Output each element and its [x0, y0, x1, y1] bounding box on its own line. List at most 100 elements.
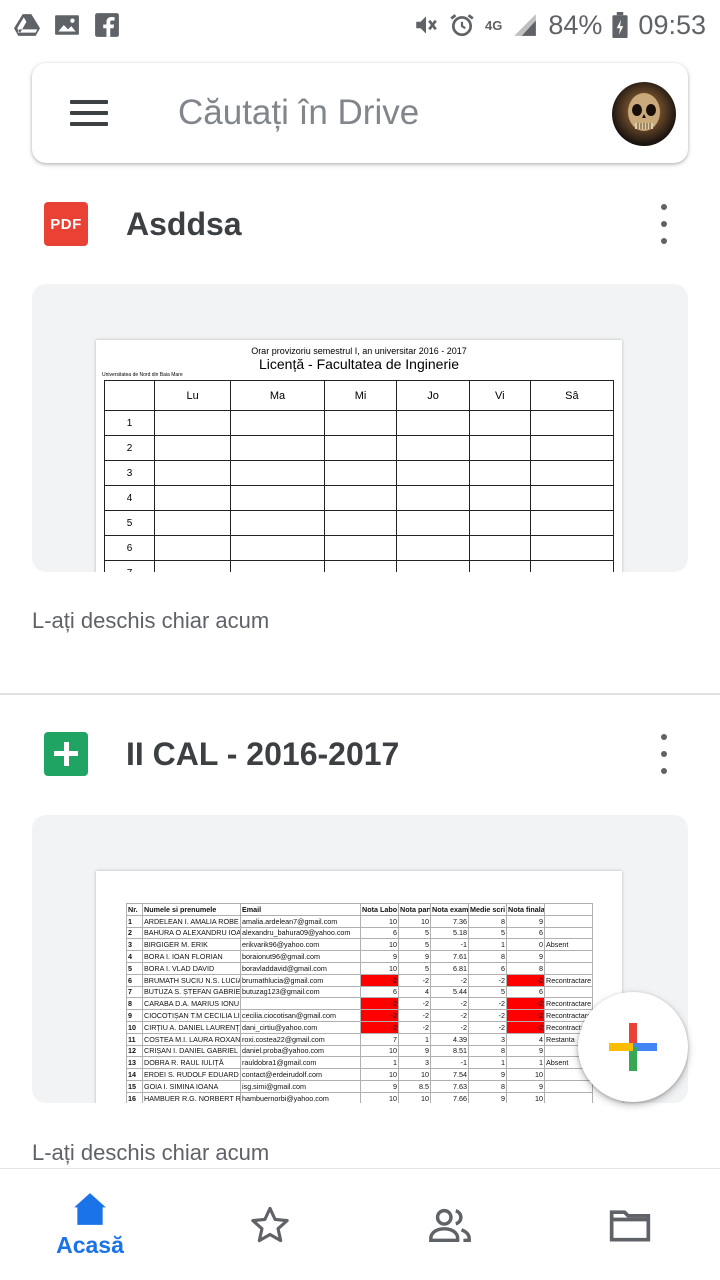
table-cell: -2 — [398, 973, 431, 987]
table-cell: 7.66 — [430, 1091, 469, 1103]
schedule-row-number: 3 — [104, 460, 155, 486]
table-cell: rauldobra1@gmail.com — [240, 1056, 361, 1070]
grades-column-header: Nota exam — [430, 903, 469, 916]
nav-files[interactable] — [540, 1169, 720, 1280]
table-cell — [544, 926, 593, 940]
table-cell: Recontractare — [544, 997, 593, 1011]
table-cell — [544, 950, 593, 963]
table-cell: 9 — [398, 1044, 431, 1058]
table-cell: 1 — [468, 938, 507, 952]
table-cell: -2 — [360, 1020, 399, 1034]
table-cell: alexandru_bahura09@yahoo.com — [240, 926, 361, 940]
nav-shared[interactable] — [360, 1169, 540, 1280]
table-cell: CIOCOTIȘAN T.M CECILIA LI — [142, 1009, 241, 1022]
table-cell: Recontractare — [544, 973, 593, 987]
grades-column-header: Numele si prenumele — [142, 903, 241, 916]
table-cell: isg.simi@gmail.com — [240, 1079, 361, 1093]
table-row: 3 BIRGIGER M. ERIK erikvarik96@yahoo.com 10… — [126, 938, 593, 952]
table-row: 12 CRIȘAN I. DANIEL GABRIEL daniel.proba@y… — [126, 1044, 593, 1058]
nav-home-label: Acasă — [56, 1232, 124, 1258]
table-cell: 10 — [126, 1020, 143, 1034]
table-row: 13 DOBRA R. RAUL IULIȚĂ rauldobra1@gmail.c… — [126, 1056, 593, 1070]
sheet-preview-page: Nr. Numele si prenumele Email Nota Labo Nota… — [96, 871, 622, 1103]
table-cell: 9 — [506, 1044, 545, 1058]
table-row: 10 CIRȚIU A. DANIEL LAURENȚ dani_cirtiu@ya… — [126, 1020, 593, 1034]
table-cell: 7.54 — [430, 1068, 469, 1081]
table-cell: 9 — [126, 1009, 143, 1022]
table-cell: -2 — [360, 973, 399, 987]
table-cell: -2 — [468, 997, 507, 1011]
table-cell: -2 — [468, 1009, 507, 1022]
schedule-corner — [104, 380, 155, 411]
table-cell: 10 — [398, 914, 431, 928]
table-cell: BAHURA O ALEXANDRU IOA — [142, 926, 241, 940]
table-cell: 8 — [468, 950, 507, 963]
table-cell: DOBRA R. RAUL IULIȚĂ — [142, 1056, 241, 1070]
image-icon — [55, 15, 79, 35]
table-cell: 0 — [506, 938, 545, 952]
file-title[interactable]: II CAL - 2016-2017 — [126, 736, 399, 773]
menu-icon[interactable] — [70, 100, 108, 126]
table-cell: 6 — [360, 926, 399, 940]
table-cell: -2 — [468, 973, 507, 987]
grades-column-header: Nota finala — [506, 903, 545, 916]
table-cell: daniel.proba@yahoo.com — [240, 1044, 361, 1058]
nav-home[interactable]: Acasă — [0, 1169, 180, 1280]
table-cell: CIRȚIU A. DANIEL LAURENȚ — [142, 1020, 241, 1034]
grades-column-header: Nr. — [126, 903, 143, 916]
table-cell: 14 — [126, 1068, 143, 1081]
table-cell: Absent — [544, 938, 593, 952]
table-cell: 12 — [126, 1044, 143, 1058]
table-cell: -2 — [468, 1020, 507, 1034]
table-row: 5 BORA I. VLAD DAVID boravladdavid@gmail.c… — [126, 961, 593, 975]
sheets-icon — [44, 732, 88, 776]
clock: 09:53 — [638, 9, 706, 40]
file-thumbnail[interactable]: Orar provizoriu semestrul I, an universi… — [32, 284, 688, 572]
table-cell: -2 — [506, 997, 545, 1011]
schedule-row-number: 2 — [104, 435, 155, 461]
file-title[interactable]: Asddsa — [126, 206, 242, 243]
table-cell: -2 — [506, 973, 545, 987]
table-cell: 5 — [126, 961, 143, 975]
table-cell: BORA I. IOAN FLORIAN — [142, 950, 241, 963]
table-cell: 9 — [506, 914, 545, 928]
table-cell: 4 — [398, 985, 431, 999]
search-bar[interactable]: Căutați în Drive — [32, 63, 688, 163]
grades-column-header — [544, 903, 593, 916]
table-cell: -2 — [506, 1020, 545, 1034]
table-cell: 9 — [468, 1068, 507, 1081]
battery-icon — [612, 12, 629, 38]
table-cell: 8 — [468, 914, 507, 928]
divider — [0, 693, 720, 695]
table-cell: 5 — [398, 938, 431, 952]
table-cell: 8 — [506, 961, 545, 975]
table-cell: 6 — [360, 985, 399, 999]
schedule-row-number: 6 — [104, 535, 155, 561]
avatar[interactable] — [612, 82, 676, 146]
network-type: 4G — [485, 17, 503, 33]
schedule-row-number: 5 — [104, 510, 155, 536]
more-options-icon[interactable] — [652, 734, 676, 774]
table-cell: 15 — [126, 1079, 143, 1093]
mute-icon — [416, 16, 437, 34]
table-cell: 9 — [360, 950, 399, 963]
table-cell: 4 — [126, 950, 143, 963]
search-input[interactable]: Căutați în Drive — [178, 93, 419, 133]
new-button[interactable] — [578, 992, 688, 1102]
star-icon — [251, 1206, 289, 1242]
table-cell — [544, 961, 593, 975]
table-row: 4 BORA I. IOAN FLORIAN boraionut96@gmail.c… — [126, 950, 593, 963]
table-cell: 5 — [398, 926, 431, 940]
table-cell: 5 — [468, 926, 507, 940]
table-cell: 10 — [398, 1091, 431, 1103]
table-cell: 1 — [360, 1056, 399, 1070]
table-cell: ARDELEAN I. AMALIA ROBE — [142, 914, 241, 928]
table-cell: roxi.costea22@gmail.com — [240, 1032, 361, 1046]
grades-column-header: Nota parti — [398, 903, 431, 916]
table-row: 7 BUTUZA S. ȘTEFAN GABRIE butuzag123@gmail… — [126, 985, 593, 999]
nav-starred[interactable] — [180, 1169, 360, 1280]
table-cell: 1 — [468, 1056, 507, 1070]
table-cell: -2 — [398, 1009, 431, 1022]
preview-header: Orar provizoriu semestrul I, an universi… — [251, 346, 467, 356]
more-options-icon[interactable] — [652, 204, 676, 244]
